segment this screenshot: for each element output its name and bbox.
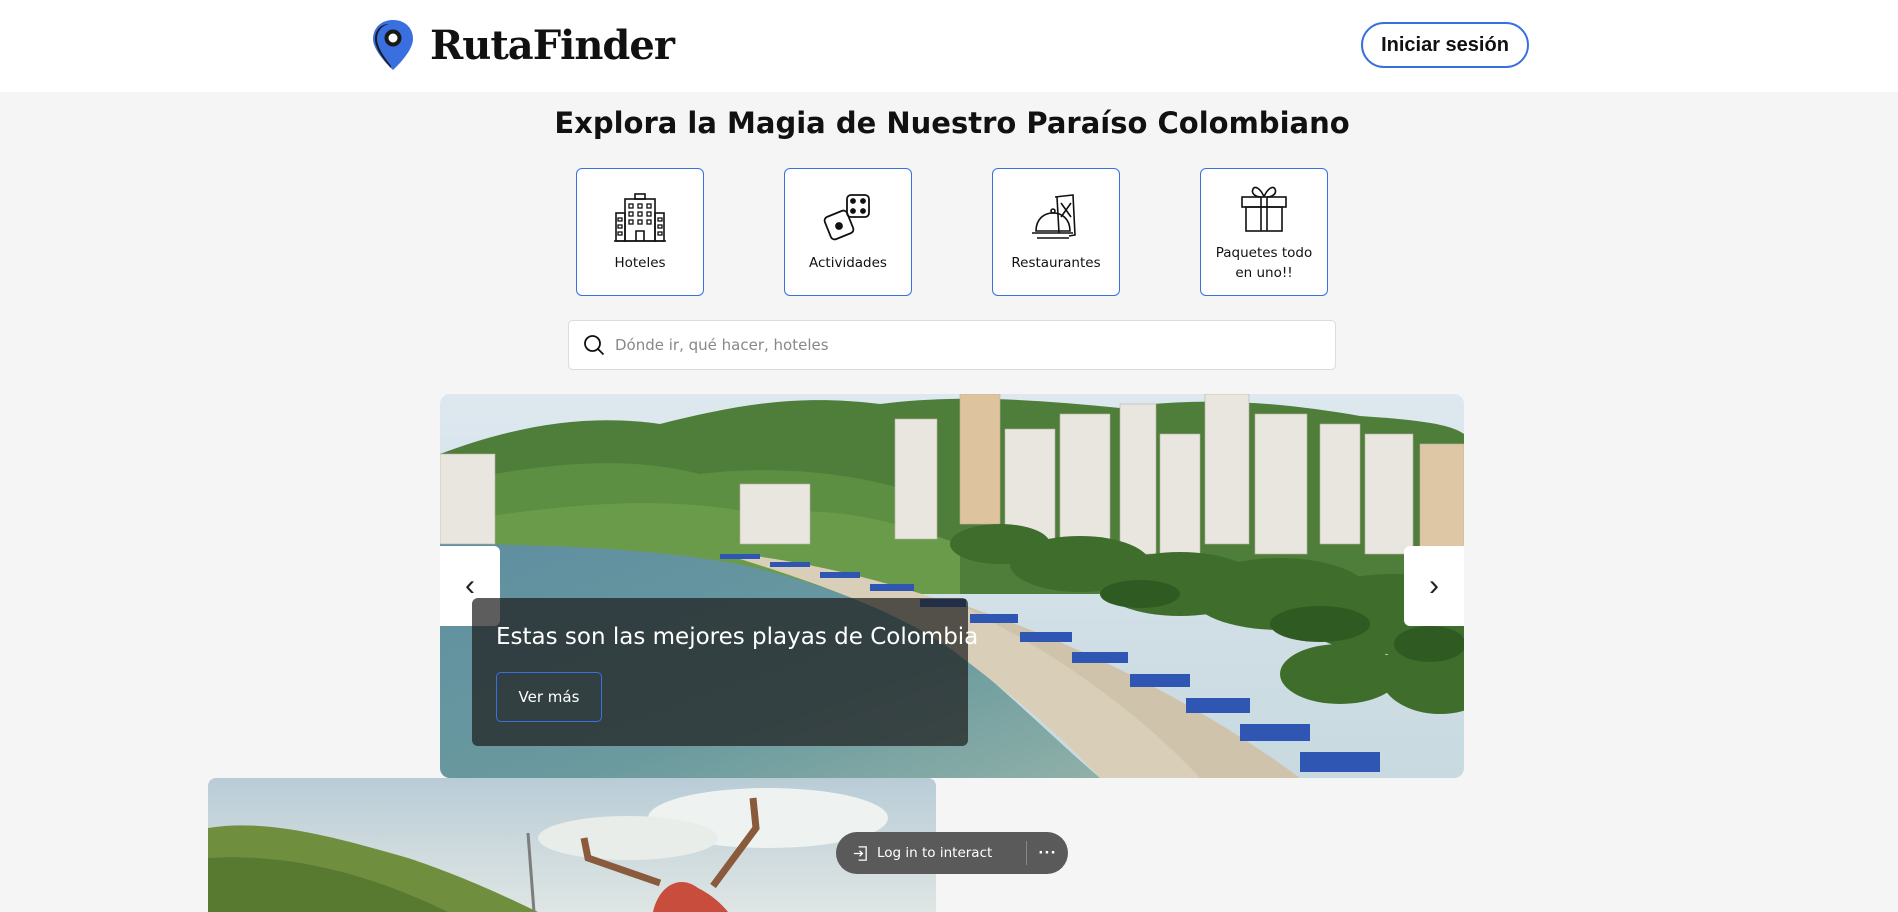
brand-logo[interactable]: RutaFinder [370, 18, 675, 72]
toast-label: Log in to interact [877, 845, 993, 861]
activity-card-image[interactable] [208, 778, 936, 912]
login-arrow-icon [853, 845, 867, 861]
dice-icon [823, 194, 870, 241]
slide-caption: Estas son las mejores playas de Colombia… [472, 598, 978, 746]
category-label: Actividades [809, 255, 887, 271]
person-jumping-image [208, 778, 936, 912]
carousel-next-button[interactable]: › [1404, 546, 1464, 626]
top-header: RutaFinder Iniciar sesión [0, 0, 1898, 92]
see-more-button[interactable]: Ver más [496, 672, 602, 722]
category-restaurants[interactable]: Restaurantes [992, 168, 1120, 296]
category-label: Restaurantes [1011, 255, 1101, 271]
hotel-icon [614, 193, 666, 242]
category-hotels[interactable]: Hoteles [576, 168, 704, 296]
search-icon [584, 335, 605, 356]
category-label: Paquetes todo en uno!! [1215, 245, 1313, 281]
map-pin-icon [373, 20, 413, 70]
more-options-icon[interactable]: ··· [1027, 845, 1068, 861]
search-input[interactable] [615, 336, 1315, 354]
category-label: Hoteles [614, 255, 666, 271]
restaurant-icon [1032, 194, 1076, 239]
hero-carousel: ‹ › Estas son las mejores playas de Colo… [440, 394, 1464, 778]
search-bar[interactable] [568, 320, 1336, 370]
brand-name: RutaFinder [430, 21, 675, 69]
slide-title: Estas son las mejores playas de Colombia [496, 624, 979, 650]
category-packages[interactable]: Paquetes todo en uno!! [1200, 168, 1328, 296]
page-title: Explora la Magia de Nuestro Paraíso Colo… [554, 106, 1350, 140]
log-in-to-interact-button[interactable]: Log in to interact [836, 832, 1026, 874]
login-toast: Log in to interact ··· [836, 832, 1068, 874]
login-button[interactable]: Iniciar sesión [1361, 22, 1529, 68]
gift-icon [1241, 186, 1287, 232]
category-activities[interactable]: Actividades [784, 168, 912, 296]
